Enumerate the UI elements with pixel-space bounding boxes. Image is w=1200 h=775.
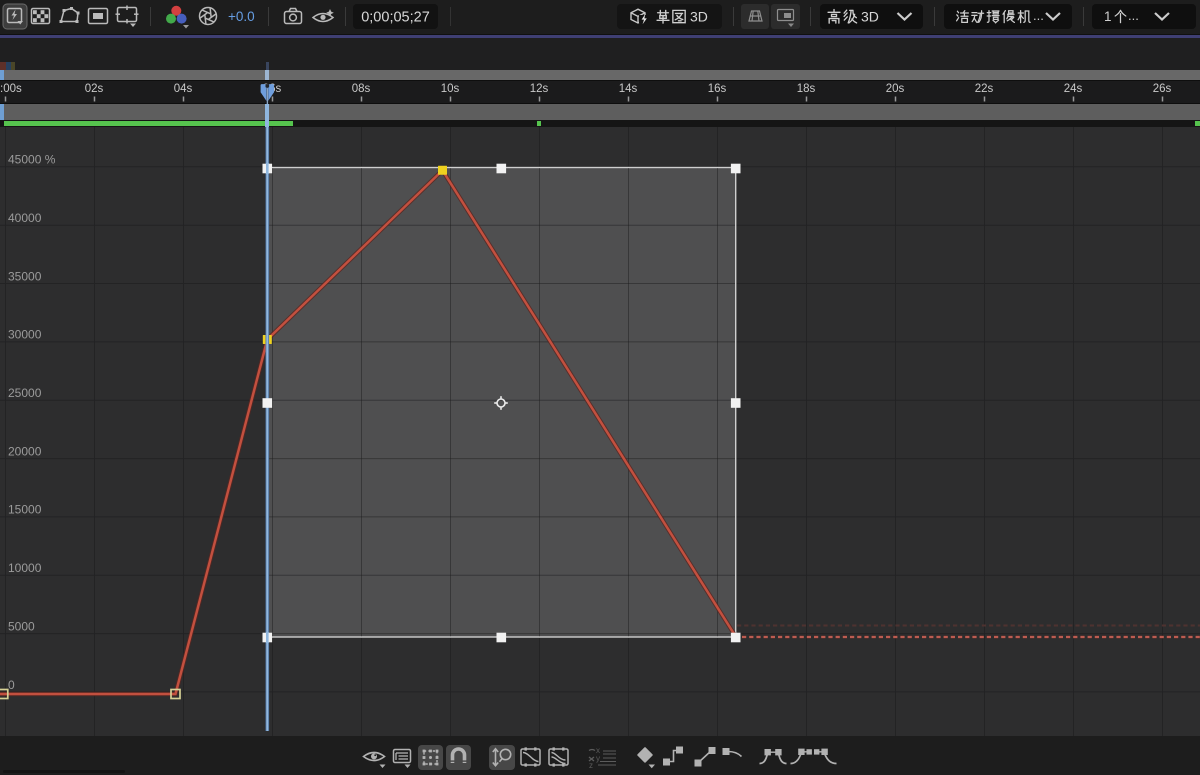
svg-text:...: ... — [1033, 8, 1044, 23]
svg-text:45000 %: 45000 % — [8, 153, 56, 167]
svg-text:35000: 35000 — [8, 269, 42, 283]
svg-text:3D: 3D — [861, 9, 879, 25]
svg-text:30000: 30000 — [8, 328, 42, 342]
svg-text:20000: 20000 — [8, 444, 42, 458]
svg-text:z: z — [589, 761, 593, 770]
svg-text:15000: 15000 — [8, 503, 42, 517]
svg-text:3D: 3D — [690, 9, 708, 25]
svg-text:+0.0: +0.0 — [228, 9, 255, 24]
svg-text:25000: 25000 — [8, 386, 42, 400]
svg-text:0: 0 — [8, 678, 15, 692]
svg-text:1: 1 — [1104, 9, 1112, 24]
svg-text:...: ... — [1128, 8, 1139, 23]
svg-text:5000: 5000 — [8, 619, 35, 633]
svg-text:y: y — [596, 754, 600, 763]
svg-text:0;00;05;27: 0;00;05;27 — [361, 10, 430, 26]
svg-text:40000: 40000 — [8, 211, 42, 225]
svg-text:10000: 10000 — [8, 561, 42, 575]
